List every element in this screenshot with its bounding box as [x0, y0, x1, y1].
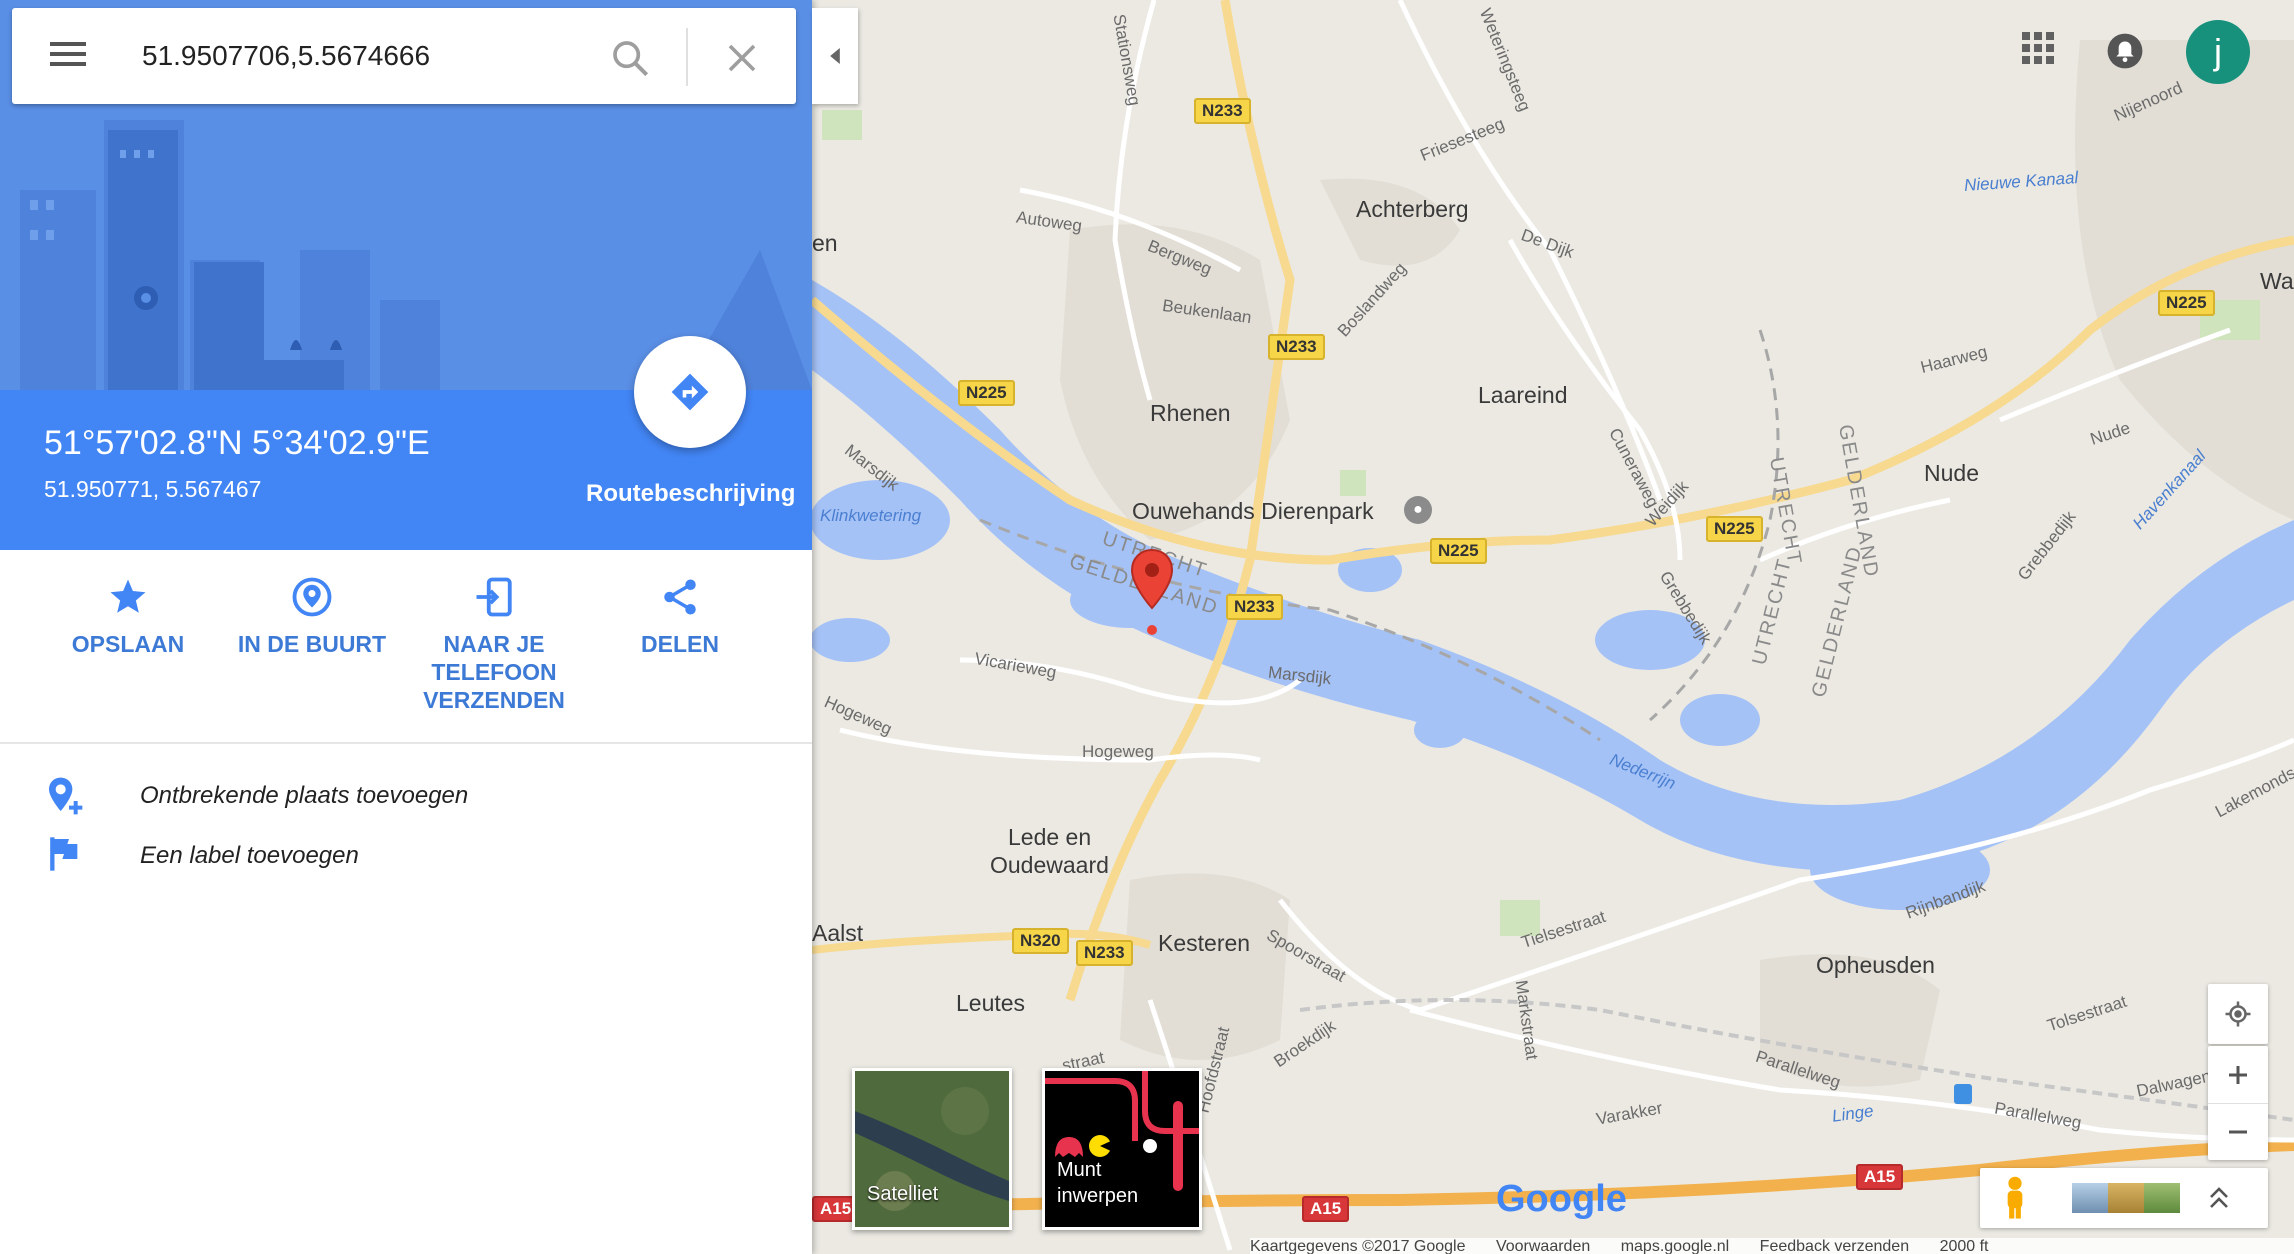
road-shield: N233: [1194, 98, 1251, 124]
chevron-left-icon: [830, 48, 840, 64]
imagery-thumb-1[interactable]: [2072, 1183, 2108, 1213]
action-bar: OPSLAAN IN DE BUURT NAAR JE TELEFOON VER…: [0, 550, 812, 744]
satellite-toggle[interactable]: Satelliet: [852, 1068, 1012, 1230]
road-shield: N233: [1268, 334, 1325, 360]
search-input[interactable]: [140, 30, 594, 82]
road-shield: N225: [1430, 538, 1487, 564]
zoo-paw-icon[interactable]: ●: [1404, 496, 1432, 524]
plus-icon: [2229, 1065, 2247, 1084]
place-label: Achterberg: [1356, 196, 1469, 222]
share-label: DELEN: [641, 631, 719, 657]
place-label: Nude: [1924, 460, 1979, 486]
feedback-link[interactable]: Feedback verzenden: [1760, 1238, 1909, 1254]
place-label: en: [812, 230, 838, 256]
place-label: Rhenen: [1150, 400, 1231, 426]
satellite-label: Satelliet: [867, 1183, 939, 1205]
nearby-label: IN DE BUURT: [237, 631, 387, 657]
place-label: Oudewaard: [990, 852, 1109, 878]
side-panel: 51°57'02.8"N 5°34'02.9"E 51.950771, 5.56…: [0, 0, 812, 1254]
nearby-icon: [292, 577, 332, 617]
send-to-phone-label: NAAR JE TELEFOON VERZENDEN: [423, 631, 565, 713]
google-logo: Google: [1496, 1178, 1627, 1220]
map-data-credit: Kaartgegevens ©2017 Google: [1250, 1238, 1466, 1254]
terms-link[interactable]: Voorwaarden: [1496, 1238, 1590, 1254]
domain-link[interactable]: maps.google.nl: [1621, 1238, 1730, 1254]
road-shield: N225: [2158, 290, 2215, 316]
add-place-icon: [49, 777, 83, 815]
directions-button[interactable]: [634, 336, 746, 448]
send-to-phone-icon: [476, 577, 512, 617]
minus-icon: [2229, 1130, 2247, 1133]
directions-label[interactable]: Routebeschrijving: [586, 480, 795, 508]
search-divider: [686, 28, 688, 86]
road-shield: N225: [1706, 516, 1763, 542]
layers-bar: [1980, 1168, 2268, 1228]
imagery-thumb-2[interactable]: [2108, 1183, 2144, 1213]
place-label: Lede en: [1008, 824, 1092, 850]
coin-label-line2: inwerpen: [1057, 1185, 1139, 1207]
add-missing-place-label: Ontbrekende plaats toevoegen: [140, 782, 469, 809]
account-avatar[interactable]: j: [2186, 20, 2250, 84]
coordinates-decimal[interactable]: 51.950771, 5.567467: [44, 476, 261, 503]
road-shield: N233: [1076, 940, 1133, 966]
map-footer: Kaartgegevens ©2017 Google Voorwaarden m…: [1250, 1238, 2294, 1254]
road-shield: N320: [1012, 928, 1069, 954]
star-icon: [110, 579, 146, 613]
zoom-in-button[interactable]: [2208, 1047, 2268, 1104]
collapse-panel-button[interactable]: [812, 8, 858, 104]
road-label: Hogeweg: [1082, 742, 1154, 761]
send-to-phone-button[interactable]: NAAR JE TELEFOON VERZENDEN: [404, 576, 584, 714]
road-shield: A15: [1302, 1196, 1350, 1222]
notifications-icon[interactable]: [2106, 32, 2144, 70]
save-button[interactable]: OPSLAAN: [38, 576, 218, 658]
place-label: Opheusden: [1816, 952, 1935, 978]
road-shield: A15: [1856, 1164, 1904, 1190]
my-location-button[interactable]: [2208, 984, 2268, 1044]
zoom-controls: [2208, 1046, 2268, 1160]
nearby-button[interactable]: IN DE BUURT: [222, 576, 402, 658]
pacman-coin-toggle[interactable]: Munt inwerpen: [1042, 1068, 1202, 1230]
add-missing-place-link[interactable]: Ontbrekende plaats toevoegen: [44, 774, 784, 824]
scale-label[interactable]: 2000 ft: [1940, 1238, 1989, 1254]
directions-icon: [671, 373, 709, 411]
search-icon[interactable]: [610, 38, 650, 78]
add-label-label: Een label toevoegen: [140, 842, 359, 869]
water-label: Klinkwetering: [820, 506, 922, 525]
share-icon: [664, 579, 696, 615]
place-label: Leutes: [956, 990, 1026, 1016]
place-label: Wager: [2260, 268, 2294, 294]
road-shield: N225: [958, 380, 1015, 406]
coin-label-line1: Munt: [1057, 1159, 1102, 1181]
add-label-link[interactable]: Een label toevoegen: [44, 834, 784, 884]
road-shield: N233: [1226, 594, 1283, 620]
location-pin-icon[interactable]: [1130, 548, 1174, 636]
bus-stop-icon[interactable]: [1954, 1084, 1972, 1104]
place-label: Laareind: [1478, 382, 1568, 408]
save-label: OPSLAAN: [71, 631, 185, 657]
pegman-icon[interactable]: [2000, 1176, 2030, 1220]
flag-icon: [50, 837, 78, 871]
place-label: Aalst: [812, 920, 864, 946]
zoom-out-button[interactable]: [2208, 1104, 2268, 1160]
place-label: Ouwehands Dierenpark: [1132, 498, 1374, 524]
place-label: Kesteren: [1158, 930, 1251, 956]
apps-grid-icon[interactable]: [2020, 30, 2056, 66]
imagery-thumb-3[interactable]: [2144, 1183, 2180, 1213]
expand-up-icon[interactable]: [2208, 1185, 2230, 1211]
close-icon[interactable]: [724, 40, 760, 76]
coordinates-dms: 51°57'02.8"N 5°34'02.9"E: [44, 424, 430, 462]
search-box: [12, 8, 796, 104]
my-location-icon: [2225, 1001, 2251, 1027]
share-button[interactable]: DELEN: [590, 576, 770, 658]
menu-icon[interactable]: [48, 38, 88, 70]
